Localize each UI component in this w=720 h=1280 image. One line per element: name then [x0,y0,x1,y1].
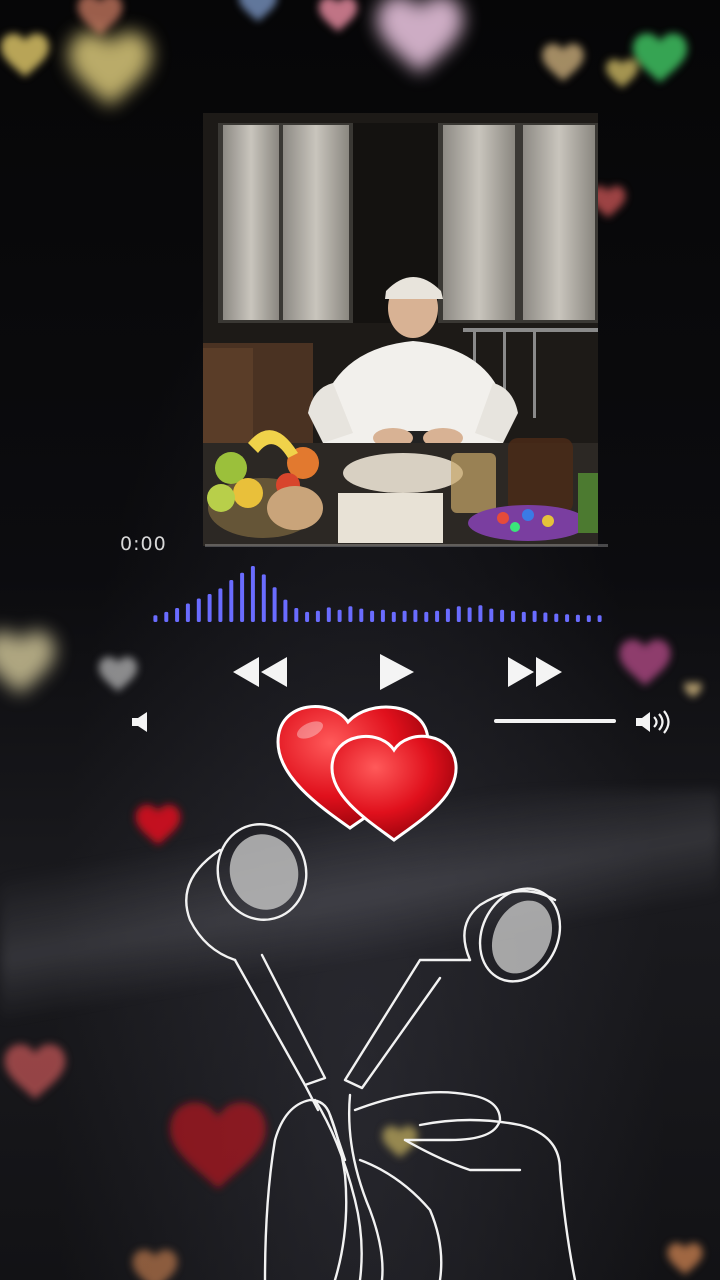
earphones-illustration [185,823,577,1280]
